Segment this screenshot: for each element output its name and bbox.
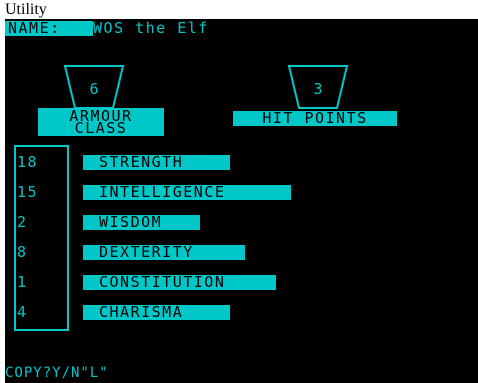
stat-value-strength: 18	[17, 153, 39, 171]
armour-class-value: 6	[89, 80, 99, 98]
stat-label-constitution: CONSTITUTION	[83, 275, 276, 290]
hit-points-value: 3	[313, 80, 323, 98]
window-title: Utility	[5, 1, 47, 18]
name-label: NAME:	[5, 21, 93, 36]
stat-label-dexterity: DEXTERITY	[83, 245, 245, 260]
stat-label-wisdom: WISDOM	[83, 215, 200, 230]
stat-label-strength: STRENGTH	[83, 155, 230, 170]
stat-value-wisdom: 2	[17, 213, 28, 231]
game-screen: NAME: WOS the Elf 6 ARMOUR CLASS 3 HIT P…	[5, 19, 478, 383]
armour-class-label-line2: CLASS	[74, 119, 128, 137]
copy-prompt[interactable]: COPY?Y/N"L"	[5, 365, 109, 381]
stat-value-dexterity: 8	[17, 243, 28, 261]
stat-value-constitution: 1	[17, 273, 28, 291]
character-name: WOS the Elf	[93, 19, 209, 37]
stat-label-intelligence: INTELLIGENCE	[83, 185, 291, 200]
stat-value-intelligence: 15	[17, 183, 39, 201]
hit-points-label: HIT POINTS	[233, 111, 397, 126]
stat-value-charisma: 4	[17, 303, 28, 321]
page: Utility NAME: WOS the Elf 6 ARMOUR CLASS…	[0, 0, 478, 383]
armour-class-label: ARMOUR CLASS	[38, 108, 164, 136]
stat-label-charisma: CHARISMA	[83, 305, 230, 320]
